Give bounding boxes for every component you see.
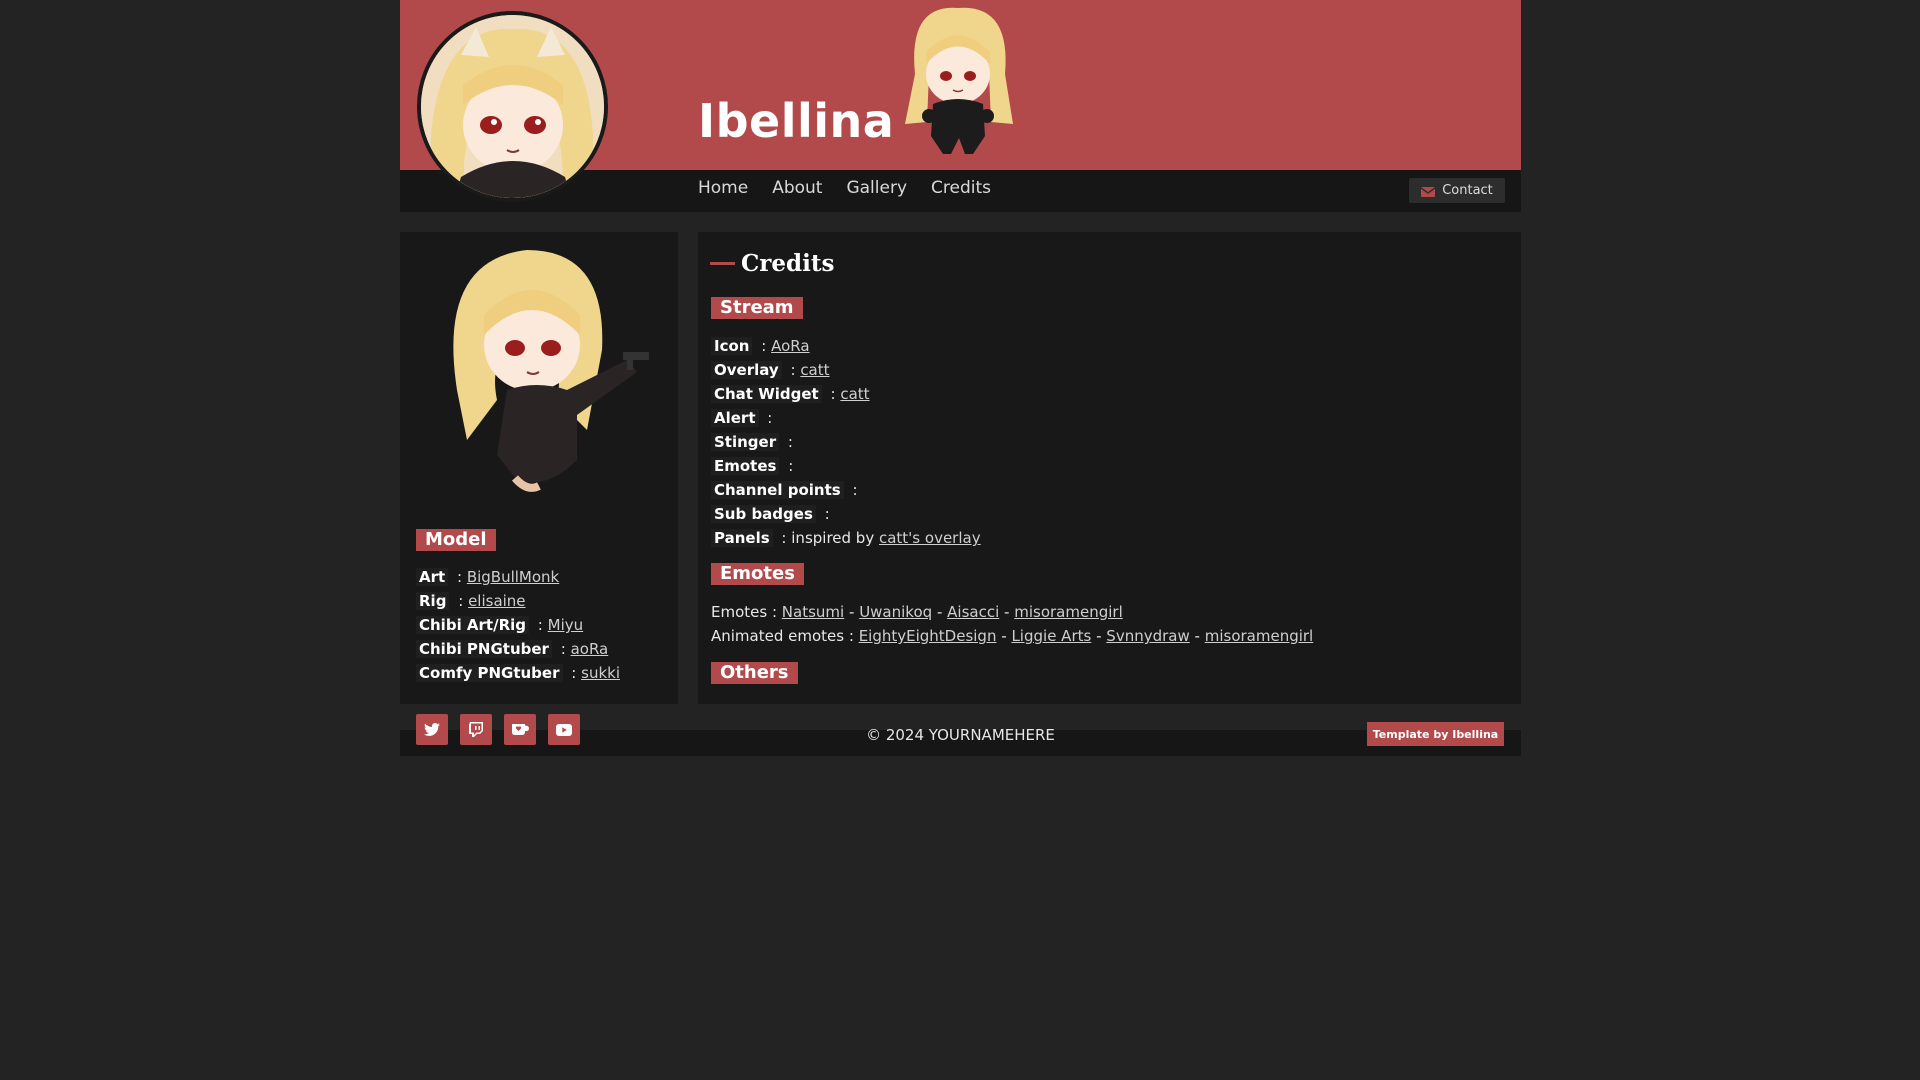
list-item: Chat Widget : catt — [711, 382, 981, 406]
separator: - — [1001, 627, 1007, 645]
header-chibi-image — [893, 4, 1023, 156]
credit-link[interactable]: catt — [800, 361, 829, 379]
separator: - — [1096, 627, 1102, 645]
separator: - — [1194, 627, 1200, 645]
model-chibi-image — [427, 240, 651, 496]
emotes-prefix: Emotes : — [711, 603, 778, 621]
credit-sep: : — [781, 529, 787, 547]
emote-artist-link[interactable]: misoramengirl — [1205, 627, 1314, 645]
credit-key: Sub badges — [711, 505, 816, 523]
contact-label: Contact — [1442, 183, 1493, 198]
page-title: Credits — [710, 250, 834, 277]
emote-artist-link[interactable]: misoramengirl — [1014, 603, 1123, 621]
emote-artist-link[interactable]: EightyEightDesign — [859, 627, 997, 645]
credit-key: Chat Widget — [711, 385, 822, 403]
list-item: Emotes : Natsumi - Uwanikoq - Aisacci - … — [711, 600, 1313, 624]
list-item: Chibi PNGtuber : aoRa — [416, 637, 620, 661]
list-item: Alert : — [711, 406, 981, 430]
credit-key: Overlay — [711, 361, 782, 379]
list-item: Art : BigBullMonk — [416, 565, 620, 589]
nav-about[interactable]: About — [772, 177, 822, 199]
stream-credits-list: Icon : AoRa Overlay : catt Chat Widget :… — [711, 334, 981, 550]
template-credit-link[interactable]: Template by Ibellina — [1367, 722, 1504, 746]
credit-link[interactable]: aoRa — [571, 640, 609, 658]
credit-sep: : — [830, 385, 836, 403]
credit-link[interactable]: AoRa — [771, 337, 809, 355]
credit-link[interactable]: BigBullMonk — [467, 568, 559, 586]
mail-icon — [1420, 186, 1436, 197]
page-title-text: Credits — [741, 250, 835, 277]
credit-link[interactable]: catt's overlay — [879, 529, 981, 547]
list-item: Icon : AoRa — [711, 334, 981, 358]
animated-emotes-prefix: Animated emotes : — [711, 627, 854, 645]
title-accent-bar — [710, 262, 735, 265]
credit-sep: : — [537, 616, 543, 634]
copyright-text: © 2024 YOURNAMEHERE — [866, 726, 1055, 744]
site-title: Ibellina — [698, 94, 895, 148]
credit-sep: : — [456, 568, 463, 586]
credit-key: Stinger — [711, 433, 780, 451]
credit-link[interactable]: elisaine — [468, 592, 525, 610]
credit-sep: : — [824, 505, 830, 523]
model-section-label: Model — [416, 529, 496, 551]
emote-artist-link[interactable]: Svnnydraw — [1106, 627, 1189, 645]
credit-key: Alert — [711, 409, 759, 427]
credit-link[interactable]: Miyu — [548, 616, 584, 634]
credit-key: Panels — [711, 529, 773, 547]
credit-key: Chibi Art/Rig — [416, 616, 530, 634]
list-item: Panels : inspired by catt's overlay — [711, 526, 981, 550]
credit-key: Icon — [711, 337, 753, 355]
emote-artist-link[interactable]: Natsumi — [782, 603, 844, 621]
main-nav: Home About Gallery Credits — [698, 177, 991, 199]
nav-home[interactable]: Home — [698, 177, 748, 199]
emote-artist-link[interactable]: Liggie Arts — [1011, 627, 1091, 645]
list-item: Animated emotes : EightyEightDesign - Li… — [711, 624, 1313, 648]
list-item: Sub badges : — [711, 502, 981, 526]
emotes-section-label: Emotes — [711, 563, 804, 585]
list-item: Overlay : catt — [711, 358, 981, 382]
stream-section-label: Stream — [711, 297, 803, 319]
emote-artist-link[interactable]: Uwanikoq — [859, 603, 932, 621]
separator: - — [1004, 603, 1010, 621]
credit-sep: : — [761, 337, 767, 355]
list-item: Channel points : — [711, 478, 981, 502]
separator: - — [848, 603, 855, 621]
credit-sep: : — [852, 481, 858, 499]
emote-artist-link[interactable]: Aisacci — [947, 603, 999, 621]
credit-link[interactable]: catt — [840, 385, 869, 403]
list-item: Rig : elisaine — [416, 589, 620, 613]
credit-key: Art — [416, 568, 449, 586]
model-credits-list: Art : BigBullMonk Rig : elisaine Chibi A… — [416, 565, 620, 685]
credit-sep: : — [767, 409, 773, 427]
separator: - — [936, 603, 943, 621]
main-panel: Credits Stream Icon : AoRa Overlay : cat… — [698, 232, 1521, 704]
others-section-label: Others — [711, 662, 798, 684]
credit-key: Rig — [416, 592, 450, 610]
credit-key: Chibi PNGtuber — [416, 640, 552, 658]
credit-text: inspired by — [791, 529, 875, 547]
list-item: Comfy PNGtuber : sukki — [416, 661, 620, 685]
avatar-image — [421, 15, 604, 198]
credit-sep: : — [790, 361, 796, 379]
list-item: Stinger : — [711, 430, 981, 454]
credit-key: Emotes — [711, 457, 780, 475]
contact-button[interactable]: Contact — [1409, 178, 1505, 203]
credit-sep: : — [788, 457, 794, 475]
avatar — [417, 11, 608, 202]
credit-sep: : — [787, 433, 793, 451]
credit-key: Channel points — [711, 481, 844, 499]
nav-credits[interactable]: Credits — [931, 177, 991, 199]
list-item: Chibi Art/Rig : Miyu — [416, 613, 620, 637]
credit-sep: : — [571, 664, 577, 682]
credit-sep: : — [560, 640, 566, 658]
credit-link[interactable]: sukki — [581, 664, 620, 682]
credit-sep: : — [458, 592, 464, 610]
credit-key: Comfy PNGtuber — [416, 664, 563, 682]
emotes-credits-list: Emotes : Natsumi - Uwanikoq - Aisacci - … — [711, 600, 1313, 648]
nav-gallery[interactable]: Gallery — [846, 177, 907, 199]
list-item: Emotes : — [711, 454, 981, 478]
